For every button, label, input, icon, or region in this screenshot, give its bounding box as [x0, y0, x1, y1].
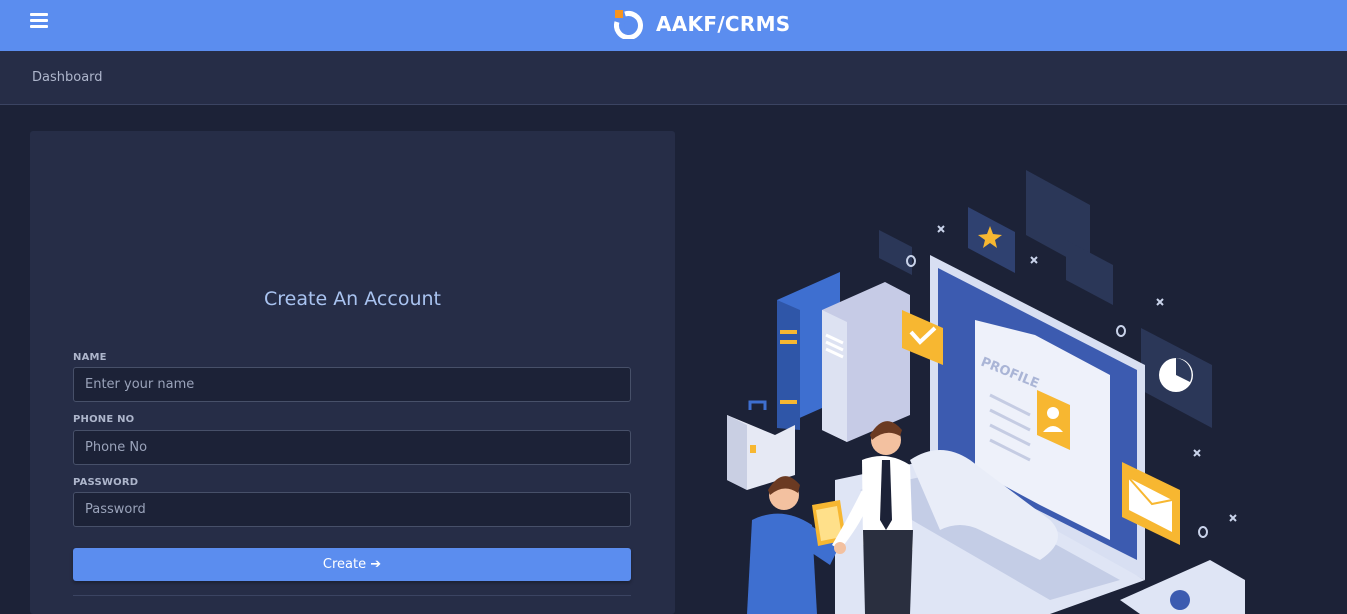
person-left	[747, 476, 846, 614]
breadcrumb-dashboard[interactable]: Dashboard	[32, 70, 103, 85]
password-label: PASSWORD	[73, 477, 139, 488]
illustration: PROFILE	[700, 160, 1300, 614]
star-icon	[968, 207, 1015, 273]
phone-input[interactable]	[73, 430, 631, 465]
phone-label: PHONE NO	[73, 414, 135, 425]
name-input[interactable]	[73, 367, 631, 402]
create-button[interactable]: Create ➔	[73, 548, 631, 581]
top-navbar: AAKF/CRMS	[0, 0, 1347, 51]
app-title: AAKF/CRMS	[656, 12, 791, 36]
create-account-card: Create An Account NAME PHONE NO PASSWORD…	[30, 131, 675, 614]
divider	[73, 595, 631, 596]
password-input[interactable]	[73, 492, 631, 527]
hamburger-menu-icon[interactable]	[30, 13, 48, 29]
pie-chart-icon	[1159, 358, 1193, 392]
logo-icon	[614, 9, 644, 40]
breadcrumb-bar: Dashboard	[0, 51, 1347, 105]
form-title: Create An Account	[264, 288, 441, 310]
name-label: NAME	[73, 352, 107, 363]
brand[interactable]: AAKF/CRMS	[614, 8, 791, 40]
